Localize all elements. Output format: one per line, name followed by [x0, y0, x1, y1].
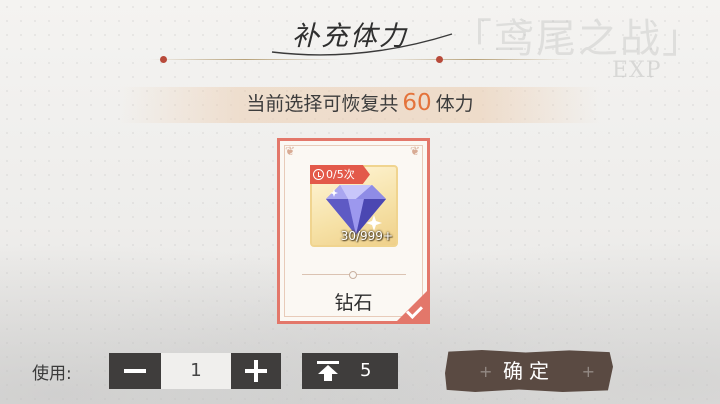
- background-watermark: 「鸢尾之战」: [452, 16, 704, 62]
- corner-ornament-icon: ❦: [410, 144, 421, 158]
- clock-icon: [313, 169, 324, 180]
- recovery-info-suffix: 体力: [435, 93, 474, 115]
- item-slot: 0/5次 30/999+: [310, 165, 398, 247]
- confirm-button[interactable]: + + 确定: [445, 350, 613, 392]
- max-quantity-value: 5: [360, 360, 372, 381]
- title-rule-dot-left: [160, 56, 167, 63]
- item-card-diamond[interactable]: ❦ ❦ 0/5次 30/999+ 钻石: [277, 138, 430, 324]
- card-divider-knot: [349, 271, 357, 279]
- recovery-amount: 60: [402, 90, 432, 116]
- title-rule-left: [150, 59, 340, 60]
- increase-quantity-button[interactable]: [231, 353, 281, 389]
- daily-limit-text: 0/5次: [326, 168, 355, 181]
- max-quantity-button[interactable]: 5: [302, 353, 398, 389]
- decrease-quantity-button[interactable]: [109, 353, 161, 389]
- title-rule-dot-right: [436, 56, 443, 63]
- max-arrow-icon: [317, 361, 339, 381]
- quantity-field[interactable]: 1: [161, 353, 231, 389]
- page-title: 补充体力: [292, 21, 408, 52]
- item-name: 钻石: [334, 292, 373, 314]
- recovery-info-prefix: 当前选择可恢复共: [246, 93, 399, 115]
- recovery-info: 当前选择可恢复共 60 体力: [0, 89, 720, 116]
- item-owned-count: 30/999+: [340, 229, 393, 243]
- title-rule-right: [380, 59, 570, 60]
- daily-limit-badge: 0/5次: [310, 165, 370, 184]
- use-label: 使用:: [32, 364, 72, 384]
- confirm-button-label: 确定: [503, 359, 555, 383]
- corner-ornament-icon: ❦: [285, 144, 296, 158]
- background-watermark-sub: EXP: [612, 58, 662, 83]
